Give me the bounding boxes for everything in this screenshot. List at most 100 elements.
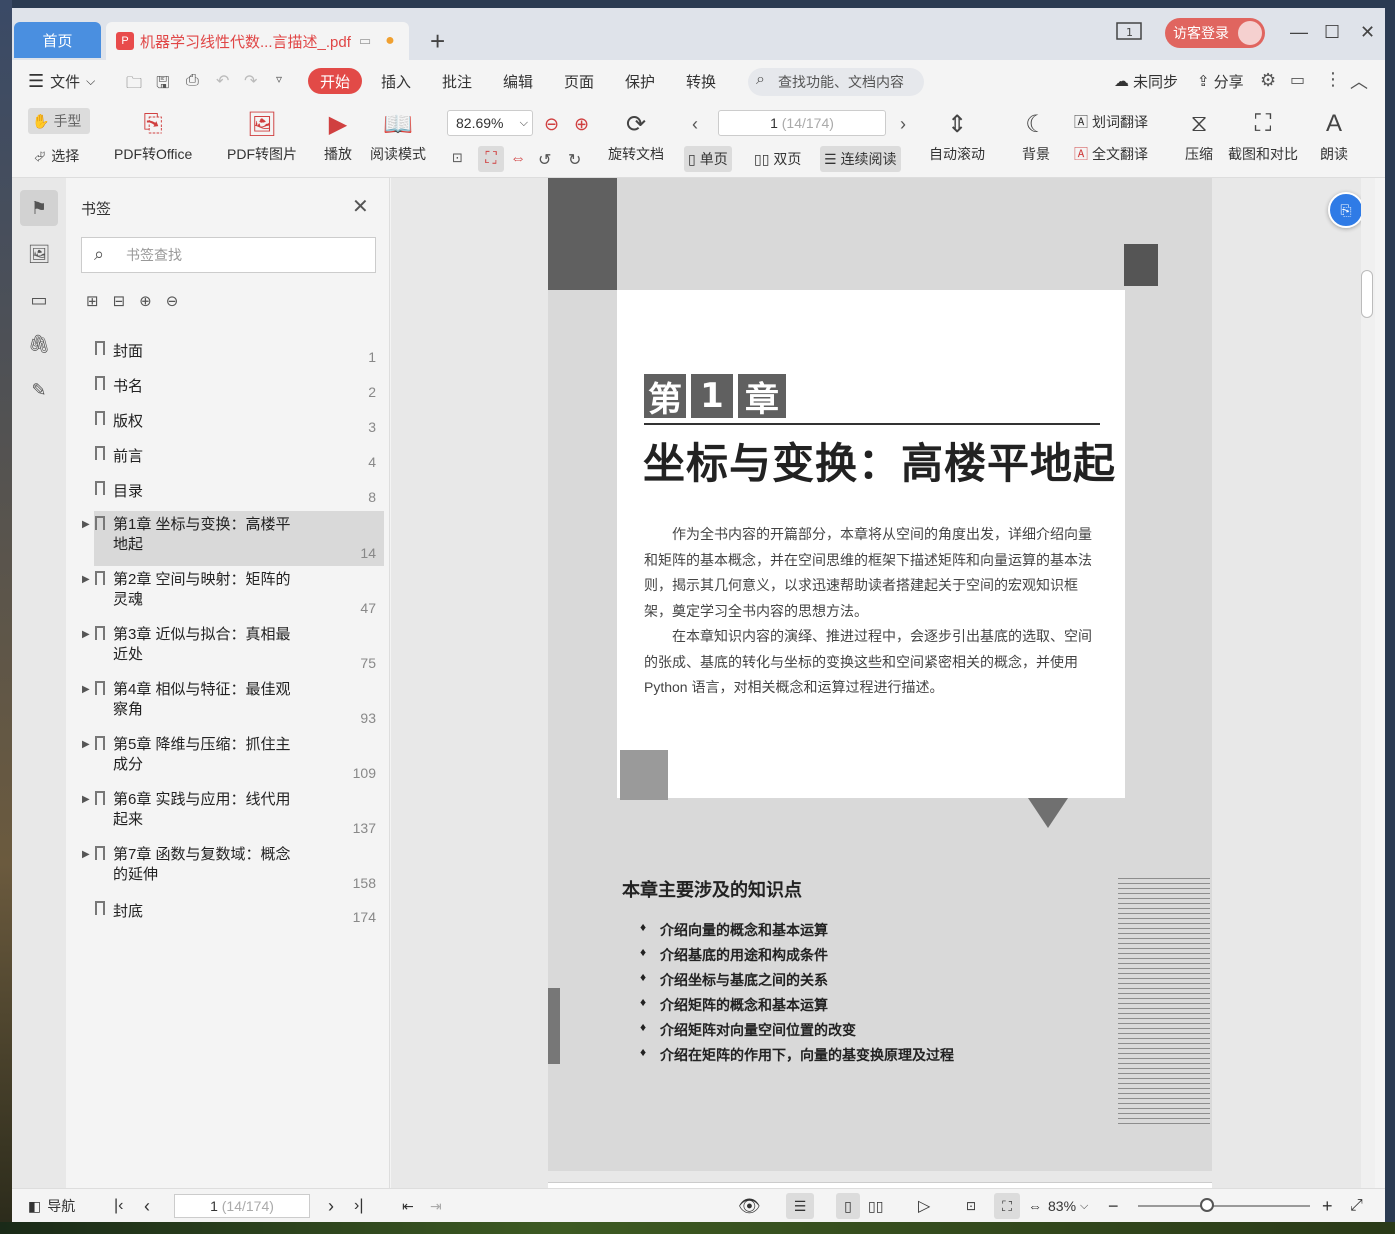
- bookmark-item[interactable]: ▶ 第3章 近似与拟合：真相最 近处 75: [66, 621, 384, 676]
- fit-page-icon[interactable]: ⛶: [994, 1193, 1020, 1219]
- zoom-in-icon[interactable]: ⊕: [574, 114, 589, 135]
- bookmark-item[interactable]: 版权 3: [66, 406, 384, 441]
- signature-icon[interactable]: ✎: [20, 372, 58, 408]
- document-view[interactable]: 第 1 章 坐标与变换：高楼平地起 作为全书内容的开篇部分，本章将从空间的角度出…: [391, 178, 1375, 1188]
- tab-insert[interactable]: 插入: [381, 60, 411, 102]
- collapse-all-icon[interactable]: ⊟: [113, 292, 126, 310]
- pdf-to-office-button[interactable]: ⎘ PDF转Office: [114, 108, 192, 164]
- word-translate-button[interactable]: 🄰 划词翻译: [1074, 112, 1148, 132]
- rotate-right-icon[interactable]: ↻: [568, 150, 581, 170]
- zoom-select[interactable]: 82.69% ⌵: [447, 110, 533, 136]
- thumbnail-panel-icon[interactable]: 🖼: [20, 236, 58, 272]
- tab-page[interactable]: 页面: [564, 60, 594, 102]
- auto-scroll-button[interactable]: ⇕ 自动滚动: [929, 108, 985, 164]
- zoom-in-icon[interactable]: +: [1322, 1189, 1333, 1222]
- zoom-out-icon[interactable]: −: [1108, 1189, 1119, 1222]
- tab-convert[interactable]: 转换: [686, 60, 716, 102]
- collapse-ribbon-icon[interactable]: ︿: [1350, 68, 1368, 94]
- bookmark-item[interactable]: 书名 2: [66, 371, 384, 406]
- guest-login-button[interactable]: 访客登录: [1165, 18, 1265, 48]
- next-page-icon[interactable]: ›: [900, 114, 906, 135]
- close-panel-icon[interactable]: ✕: [352, 194, 369, 219]
- bookmark-item[interactable]: 封底 174: [66, 896, 384, 931]
- page-number-input[interactable]: 1 (14/174): [718, 110, 886, 136]
- bookmark-item[interactable]: ▶ 第5章 降维与压缩：抓住主 成分 109: [66, 731, 384, 786]
- expand-arrow-icon[interactable]: ▶: [82, 680, 90, 700]
- bookmark-item[interactable]: 目录 8: [66, 476, 384, 511]
- file-menu[interactable]: ☰ 文件 ⌵: [28, 60, 95, 102]
- more-quick-icon[interactable]: ▿: [276, 72, 282, 86]
- minimize-icon[interactable]: —: [1290, 22, 1308, 43]
- more-icon[interactable]: ⋮: [1324, 69, 1342, 90]
- open-folder-icon[interactable]: 🗀: [126, 72, 142, 99]
- convert-floating-button[interactable]: ⎘: [1328, 192, 1364, 228]
- new-tab-button[interactable]: +: [430, 26, 445, 57]
- continuous-view-icon[interactable]: ☰: [786, 1193, 814, 1219]
- first-page-icon[interactable]: |‹: [114, 1189, 123, 1222]
- play-button[interactable]: ▶ 播放: [322, 108, 354, 164]
- full-translate-button[interactable]: 🄰 全文翻译: [1074, 144, 1148, 164]
- compress-button[interactable]: ⧖ 压缩: [1183, 108, 1215, 164]
- hand-tool-button[interactable]: ✋ 手型: [28, 108, 90, 134]
- bookmark-item[interactable]: ▶ 第4章 相似与特征：最佳观 察角 93: [66, 676, 384, 731]
- attachment-icon[interactable]: 🖇: [20, 326, 58, 362]
- navigation-toggle[interactable]: ◧ 导航: [28, 1189, 75, 1222]
- back-icon[interactable]: ⇤: [402, 1189, 414, 1222]
- double-view-icon[interactable]: ▯▯: [868, 1189, 883, 1222]
- single-view-icon[interactable]: ▯: [836, 1193, 860, 1219]
- tab-document[interactable]: P 机器学习线性代数...言描述_.pdf ▭ ●: [106, 22, 409, 60]
- tab-annotate[interactable]: 批注: [442, 60, 472, 102]
- rotate-left-icon[interactable]: ↺: [538, 150, 551, 170]
- sync-button[interactable]: ☁ 未同步: [1114, 60, 1178, 102]
- vertical-scrollbar[interactable]: [1361, 178, 1375, 1188]
- tab-edit[interactable]: 编辑: [503, 60, 533, 102]
- actual-size-icon[interactable]: ⊡: [452, 150, 463, 166]
- bookmark-item-selected[interactable]: ▶ 第1章 坐标与变换：高楼平 地起 14: [82, 511, 384, 566]
- pdf-to-image-button[interactable]: 🖼 PDF转图片: [227, 108, 297, 164]
- print-icon[interactable]: ⎙: [186, 72, 199, 90]
- continuous-read-button[interactable]: ☰ 连续阅读: [820, 146, 901, 172]
- status-zoom-select[interactable]: ⇔ 83% ⌵: [1028, 1189, 1088, 1222]
- actual-size-icon[interactable]: ⊡: [966, 1189, 976, 1222]
- reading-layout-icon[interactable]: 1: [1116, 22, 1142, 45]
- read-mode-button[interactable]: 📖 阅读模式: [370, 108, 426, 164]
- bookmark-panel-icon[interactable]: ⚑: [20, 190, 58, 226]
- tab-start[interactable]: 开始: [308, 68, 362, 94]
- last-page-icon[interactable]: ›|: [354, 1189, 363, 1222]
- comment-panel-icon[interactable]: ▭: [20, 282, 58, 318]
- zoom-slider[interactable]: [1138, 1205, 1310, 1207]
- expand-arrow-icon[interactable]: ▶: [82, 845, 90, 865]
- bookmark-search-input[interactable]: ⌕ 书签查找: [81, 237, 376, 273]
- previous-page-icon[interactable]: ‹: [144, 1189, 150, 1222]
- rotate-document-button[interactable]: ⟳ 旋转文档: [608, 108, 664, 164]
- bookmark-item[interactable]: 前言 4: [66, 441, 384, 476]
- fullscreen-icon[interactable]: ⤢: [1350, 1189, 1363, 1222]
- bookmark-item[interactable]: 封面 1: [66, 336, 384, 371]
- screenshot-compare-button[interactable]: ⛶ 截图和对比: [1228, 108, 1298, 164]
- expand-arrow-icon[interactable]: ▶: [82, 735, 90, 755]
- zoom-out-icon[interactable]: ⊖: [544, 114, 559, 135]
- double-page-button[interactable]: ▯▯ 双页: [750, 146, 805, 172]
- delete-bookmark-icon[interactable]: ⊖: [166, 292, 179, 310]
- single-page-button[interactable]: ▯ 单页: [684, 146, 732, 172]
- expand-arrow-icon[interactable]: ▶: [82, 625, 90, 645]
- expand-all-icon[interactable]: ⊞: [86, 292, 99, 310]
- redo-icon[interactable]: ↷: [244, 71, 257, 91]
- undo-icon[interactable]: ↶: [216, 71, 229, 91]
- forward-icon[interactable]: ⇥: [430, 1189, 442, 1222]
- expand-arrow-icon[interactable]: ▶: [82, 570, 90, 590]
- bookmark-item[interactable]: ▶ 第6章 实践与应用：线代用 起来 137: [66, 786, 384, 841]
- bookmark-item[interactable]: ▶ 第2章 空间与映射：矩阵的 灵魂 47: [66, 566, 384, 621]
- play-icon[interactable]: ▷: [918, 1189, 930, 1222]
- fit-width-icon[interactable]: ⇔: [510, 150, 526, 168]
- maximize-icon[interactable]: ☐: [1324, 22, 1340, 43]
- expand-arrow-icon[interactable]: ▶: [82, 515, 90, 535]
- read-aloud-button[interactable]: A 朗读: [1318, 108, 1350, 164]
- zoom-slider-knob[interactable]: [1200, 1198, 1214, 1212]
- fit-page-icon[interactable]: ⛶: [478, 146, 504, 172]
- select-tool-button[interactable]: ⮰ 选择: [34, 146, 79, 166]
- share-button[interactable]: ⇪ 分享: [1197, 60, 1244, 102]
- expand-arrow-icon[interactable]: ▶: [82, 790, 90, 810]
- tab-protect[interactable]: 保护: [625, 60, 655, 102]
- save-icon[interactable]: 🖫: [156, 72, 170, 99]
